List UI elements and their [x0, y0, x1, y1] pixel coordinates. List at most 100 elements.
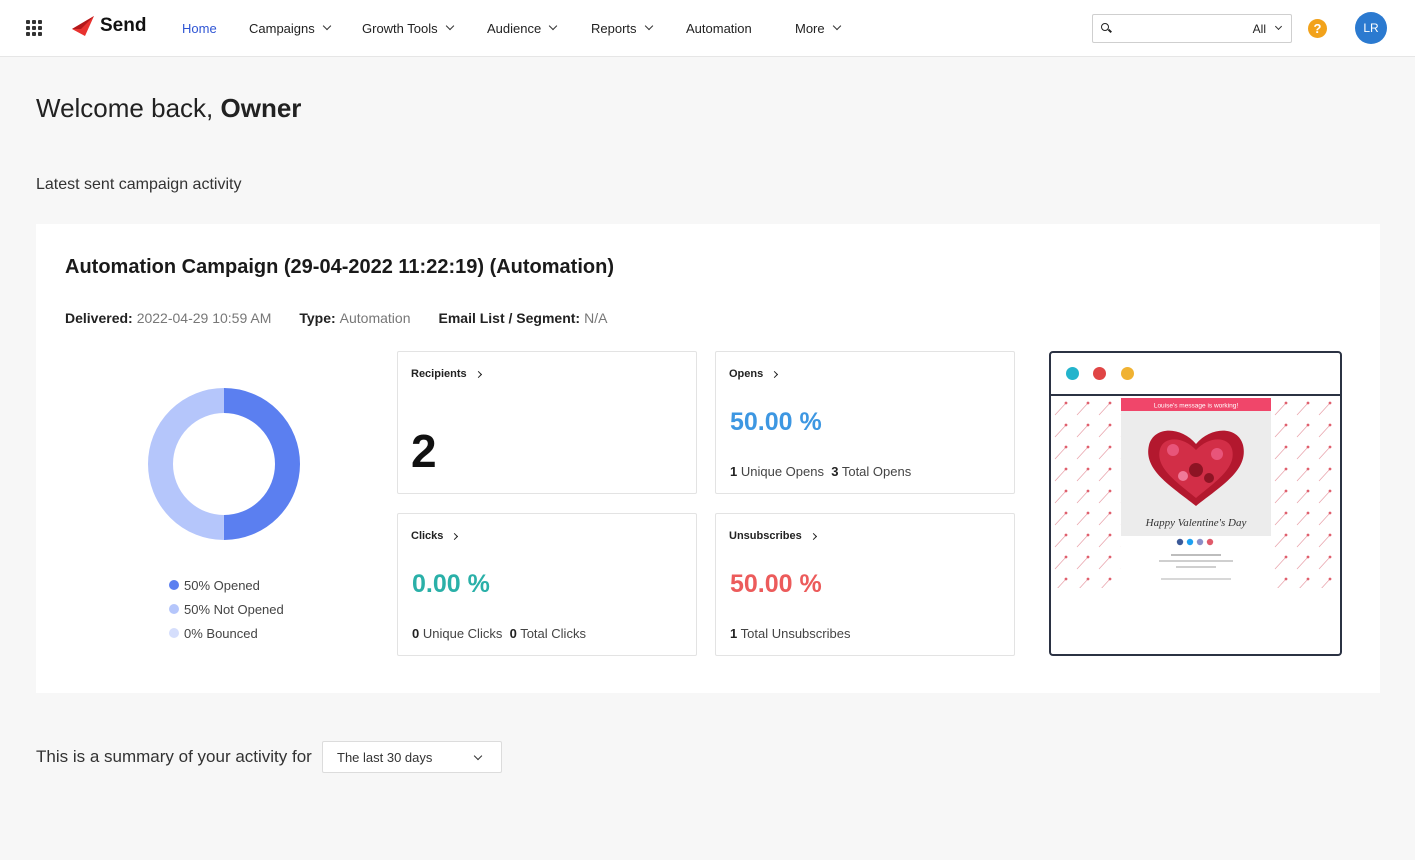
latest-campaign-section-title: Latest sent campaign activity [36, 176, 242, 193]
opens-card: Opens 50.00 % 1 Unique Opens 3 Total Ope… [715, 351, 1015, 494]
type-label: Type: [299, 310, 336, 326]
chevron-down-icon [322, 21, 332, 31]
nav-audience[interactable]: Audience [487, 0, 558, 56]
chevron-right-icon [451, 532, 459, 540]
brand-logo[interactable]: Send [72, 15, 146, 37]
search-scope-value: All [1252, 21, 1266, 36]
nav-campaigns[interactable]: Campaigns [249, 0, 332, 56]
legend-label: 50% Opened [184, 577, 260, 593]
nav-growth-tools-label: Growth Tools [362, 20, 438, 36]
chevron-down-icon [445, 21, 454, 31]
nav-growth-tools[interactable]: Growth Tools [362, 0, 454, 56]
clicks-percent: 0.00 % [412, 570, 490, 598]
chevron-right-icon [809, 532, 817, 540]
nav-automation[interactable]: Automation [686, 0, 752, 56]
list-value: N/A [584, 310, 608, 326]
nav-home-label: Home [182, 20, 217, 36]
latest-campaign-card: Automation Campaign (29-04-2022 11:22:19… [36, 224, 1380, 693]
opens-link[interactable]: Opens [729, 368, 779, 380]
clicks-card: Clicks 0.00 % 0 Unique Clicks 0 Total Cl… [397, 513, 697, 656]
page-title: Welcome back, Owner [36, 93, 301, 124]
chevron-down-icon [644, 21, 653, 31]
preview-banner-text: Louise's message is working! [1154, 403, 1239, 410]
user-avatar[interactable]: LR [1355, 12, 1387, 44]
nav-campaigns-label: Campaigns [249, 20, 315, 36]
preview-window-bar [1051, 353, 1340, 396]
campaign-title: Automation Campaign (29-04-2022 11:22:19… [65, 256, 614, 278]
opens-title: Opens [729, 368, 764, 380]
type-info: Type: Automation [299, 310, 410, 326]
chevron-down-icon [1274, 22, 1283, 31]
nav-more-label: More [795, 20, 825, 36]
unique-clicks-label: Unique Clicks [422, 626, 503, 641]
nav-more[interactable]: More [795, 0, 841, 56]
unsubscribes-percent: 50.00 % [730, 570, 822, 598]
unsubscribes-title: Unsubscribes [729, 530, 802, 542]
nav-home[interactable]: Home [182, 0, 217, 56]
nav-automation-label: Automation [686, 20, 752, 36]
nav-reports-label: Reports [591, 20, 637, 36]
unsubscribes-link[interactable]: Unsubscribes [729, 530, 817, 542]
opens-breakdown: 1 Unique Opens 3 Total Opens [730, 464, 911, 479]
chevron-right-icon [474, 370, 482, 378]
opens-percent: 50.00 % [730, 408, 822, 436]
chevron-down-icon [832, 21, 841, 31]
clicks-link[interactable]: Clicks [411, 530, 459, 542]
clicks-breakdown: 0 Unique Clicks 0 Total Clicks [412, 626, 586, 641]
date-range-select[interactable]: The last 30 days [322, 741, 502, 773]
legend-label: 50% Not Opened [184, 601, 284, 617]
unsubscribes-breakdown: 1 Total Unsubscribes [730, 626, 850, 641]
top-navigation-bar: Send Home Campaigns Growth Tools Audienc… [0, 0, 1415, 57]
type-value: Automation [339, 310, 411, 326]
user-initials: LR [1363, 21, 1379, 35]
list-info: Email List / Segment: N/A [439, 310, 608, 326]
legend-label: 0% Bounced [184, 625, 258, 641]
total-unsubscribes-count: 1 [730, 626, 738, 641]
unsubscribes-card: Unsubscribes 50.00 % 1 Total Unsubscribe… [715, 513, 1015, 656]
window-dot-icon [1066, 367, 1079, 380]
delivered-label: Delivered: [65, 310, 133, 326]
date-range-value: The last 30 days [337, 749, 433, 765]
summary-text: This is a summary of your activity for [36, 747, 312, 766]
preview-greeting-text: Happy Valentine's Day [1145, 517, 1247, 529]
unique-opens-count: 1 [730, 464, 738, 479]
legend-dot-icon [169, 580, 179, 590]
legend-item: 0% Bounced [169, 621, 284, 645]
nav-audience-label: Audience [487, 20, 542, 36]
app-grid-icon[interactable] [26, 20, 42, 36]
delivered-value: 2022-04-29 10:59 AM [136, 310, 272, 326]
recipients-link[interactable]: Recipients [411, 368, 482, 380]
window-dot-icon [1093, 367, 1106, 380]
legend-item: 50% Opened [169, 573, 284, 597]
email-preview[interactable]: Louise's message is working! Happy Valen… [1049, 351, 1342, 656]
recipients-title: Recipients [411, 368, 467, 380]
total-clicks-label: Total Clicks [520, 626, 586, 641]
unique-opens-label: Unique Opens [740, 464, 824, 479]
delivered-info: Delivered: 2022-04-29 10:59 AM [65, 310, 271, 326]
chevron-down-icon [548, 21, 558, 31]
recipients-card: Recipients 2 [397, 351, 697, 494]
campaign-meta: Delivered: 2022-04-29 10:59 AM Type: Aut… [65, 310, 635, 326]
help-icon-glyph: ? [1313, 21, 1322, 36]
help-icon[interactable]: ? [1308, 19, 1327, 38]
welcome-user-name: Owner [220, 93, 302, 123]
open-rate-donut-chart [148, 388, 300, 540]
chevron-right-icon [771, 370, 779, 378]
nav-reports[interactable]: Reports [591, 0, 653, 56]
search-scope-select[interactable]: All [1252, 15, 1283, 42]
total-opens-count: 3 [831, 464, 839, 479]
search-icon [1101, 23, 1109, 31]
recipients-value: 2 [411, 425, 437, 477]
legend-dot-icon [169, 604, 179, 614]
chevron-down-icon [473, 751, 483, 761]
unique-clicks-count: 0 [412, 626, 420, 641]
chart-legend: 50% Opened 50% Not Opened 0% Bounced [169, 573, 284, 645]
list-label: Email List / Segment: [438, 310, 581, 326]
total-unsubscribes-label: Total Unsubscribes [740, 626, 851, 641]
clicks-title: Clicks [411, 530, 444, 542]
email-thumbnail: Louise's message is working! Happy Valen… [1051, 398, 1340, 588]
total-opens-label: Total Opens [841, 464, 912, 479]
search-input[interactable] [1115, 19, 1235, 38]
window-dot-icon [1121, 367, 1134, 380]
welcome-prefix: Welcome back, [36, 93, 214, 123]
